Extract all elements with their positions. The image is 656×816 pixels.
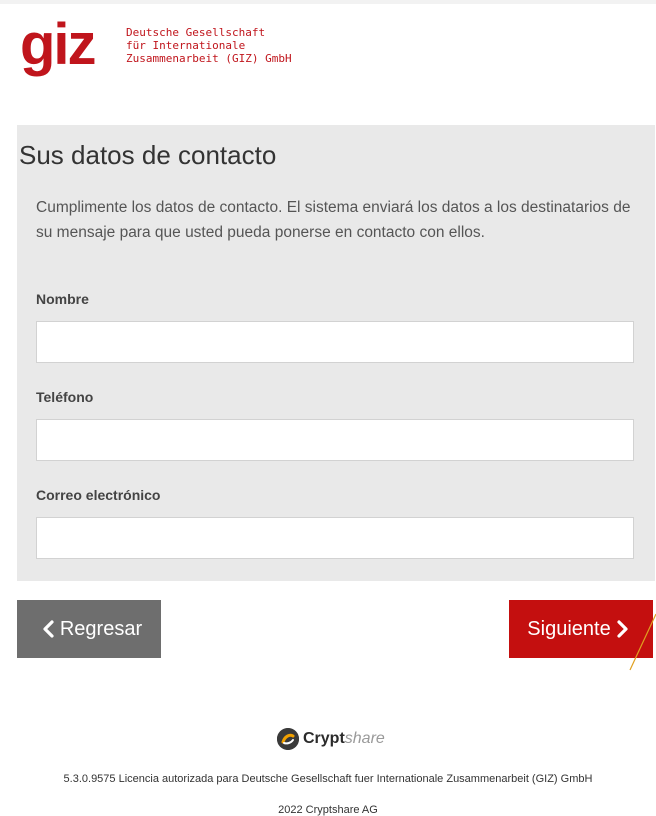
- next-button-label: Siguiente: [527, 617, 611, 640]
- cryptshare-logo: Cryptshare: [277, 728, 385, 750]
- cryptshare-brand-light: share: [344, 730, 385, 747]
- top-divider: [0, 0, 656, 4]
- phone-field[interactable]: [36, 419, 634, 461]
- form-description: Cumplimente los datos de contacto. El si…: [36, 199, 631, 241]
- giz-logo-text: Deutsche Gesellschaft für Internationale…: [126, 26, 292, 65]
- cryptshare-brand-bold: Crypt: [303, 730, 345, 747]
- email-field[interactable]: [36, 517, 634, 559]
- name-field[interactable]: [36, 321, 634, 363]
- pointer-annotation-line: [629, 613, 656, 671]
- phone-label: Teléfono: [36, 389, 94, 405]
- contact-panel: Sus datos de contacto Cumplimente los da…: [17, 125, 655, 581]
- chevron-left-icon: [42, 620, 54, 638]
- giz-logo-line: für Internationale: [126, 39, 246, 52]
- page-title: Sus datos de contacto: [19, 140, 277, 170]
- license-text: 5.3.0.9575 Licencia autorizada para Deut…: [63, 773, 593, 785]
- giz-logo-mark-text: giz: [20, 20, 95, 77]
- page: giz Deutsche Gesellschaft für Internatio…: [0, 0, 656, 816]
- copyright-text: 2022 Cryptshare AG: [278, 804, 378, 816]
- cryptshare-logo-icon: [277, 728, 299, 750]
- name-label: Nombre: [36, 291, 89, 307]
- email-label: Correo electrónico: [36, 487, 161, 503]
- back-button[interactable]: Regresar: [17, 600, 161, 658]
- giz-logo-mark: giz: [20, 20, 97, 77]
- cryptshare-brand: Cryptshare: [303, 730, 385, 748]
- giz-logo-line: Deutsche Gesellschaft: [126, 26, 266, 39]
- back-button-label: Regresar: [59, 617, 143, 640]
- chevron-right-icon: [617, 620, 629, 638]
- giz-logo-line: Zusammenarbeit (GIZ) GmbH: [126, 52, 292, 65]
- giz-logo: giz Deutsche Gesellschaft für Internatio…: [20, 20, 320, 80]
